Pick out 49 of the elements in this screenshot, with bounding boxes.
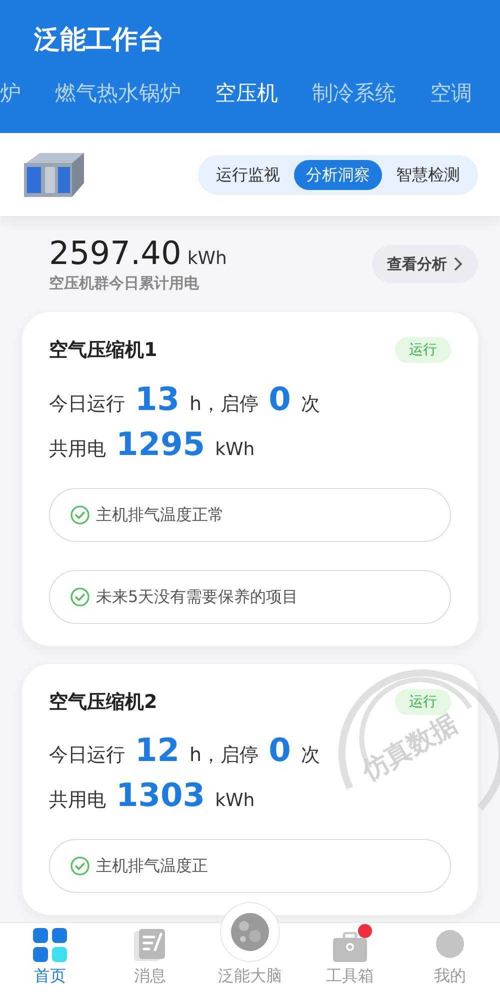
total-energy-value: 2597.40 <box>49 234 182 272</box>
nav-item[interactable]: 首页 <box>0 922 100 994</box>
total-energy-unit: kWh <box>187 247 227 271</box>
nav-item[interactable]: 工具箱 <box>300 922 400 994</box>
nav-item[interactable]: 我的 <box>400 922 500 994</box>
run-label: 今日运行 <box>49 743 125 768</box>
energy-value: 1303 <box>116 775 206 815</box>
starts-value: 0 <box>268 378 291 418</box>
view-analysis-button[interactable]: 查看分析 <box>372 245 478 283</box>
check-circle-icon <box>70 586 90 606</box>
view-tab[interactable]: 智慧检测 <box>384 160 472 190</box>
check-circle-icon <box>70 856 90 876</box>
device-tab[interactable]: 燃气热水锅炉 <box>55 78 181 108</box>
check-circle-icon <box>70 504 90 524</box>
starts-unit: 次 <box>300 743 320 768</box>
note-icon <box>133 928 167 962</box>
device-tab[interactable]: 空压机 <box>215 78 278 108</box>
compressor-name: 空气压缩机1 <box>49 338 158 363</box>
energy-label: 共用电 <box>49 436 106 462</box>
view-tab[interactable]: 运行监视 <box>204 160 292 190</box>
check-text: 主机排气温度正 <box>96 855 208 877</box>
nav-item[interactable]: 消息 <box>100 922 200 994</box>
app-title: 泛能工作台 <box>32 24 164 57</box>
toolbox-icon <box>333 932 367 962</box>
run-hours-value: 12 <box>135 730 180 770</box>
grid-icon <box>33 928 67 962</box>
nav-item[interactable]: 泛能大脑 <box>200 896 300 994</box>
check-text: 主机排气温度正常 <box>96 504 224 526</box>
starts-value: 0 <box>268 730 291 770</box>
device-tab[interactable]: 制冷系统 <box>312 78 396 108</box>
run-label: 今日运行 <box>49 392 125 416</box>
energy-value: 1295 <box>116 424 206 464</box>
total-energy-label: 空压机群今日累计用电 <box>49 273 200 294</box>
energy-label: 共用电 <box>49 788 106 813</box>
device-tab[interactable]: 炉 <box>0 78 21 108</box>
starts-label: h，启停 <box>190 392 259 416</box>
chevron-right-icon <box>453 256 463 272</box>
energy-unit: kWh <box>215 789 255 813</box>
energy-unit: kWh <box>215 438 255 462</box>
starts-unit: 次 <box>300 392 320 416</box>
compressor-icon <box>22 150 86 198</box>
view-tab[interactable]: 分析洞察 <box>294 160 382 190</box>
run-hours-value: 13 <box>135 378 180 418</box>
status-badge: 运行 <box>395 337 451 364</box>
device-tab[interactable]: 空调 <box>430 78 472 108</box>
check-text: 未来5天没有需要保养的项目 <box>96 586 298 608</box>
compressor-name: 空气压缩机2 <box>49 690 158 714</box>
status-badge: 运行 <box>395 688 451 715</box>
starts-label: h，启停 <box>190 743 259 768</box>
